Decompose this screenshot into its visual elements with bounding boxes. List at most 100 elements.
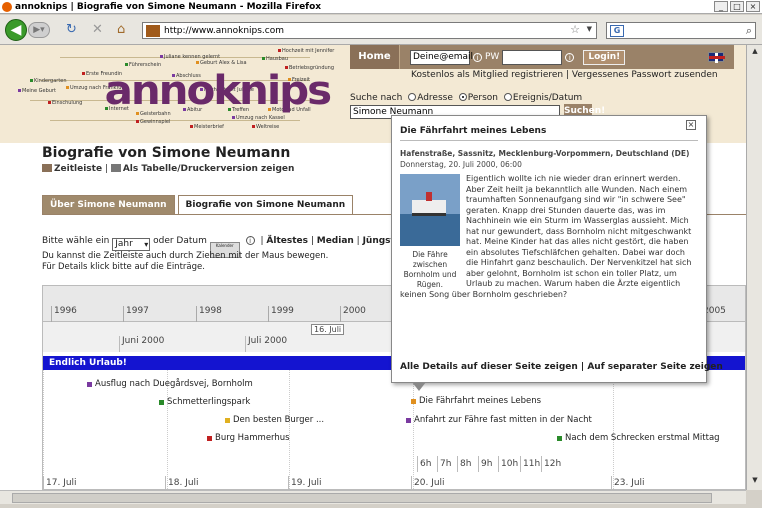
timeline-link[interactable]: Zeitleiste [54, 164, 102, 174]
timeline-event[interactable]: Anfahrt zur Fähre fast mitten in der Nac… [406, 415, 592, 425]
info-icon[interactable]: i [473, 52, 482, 62]
tag-item[interactable]: Umzug nach Kassel [232, 115, 285, 121]
close-window-icon[interactable]: × [746, 1, 760, 12]
firefox-icon [2, 1, 12, 12]
radio-person[interactable] [458, 93, 467, 101]
month-tick: Juni 2000 [119, 336, 164, 352]
printer-icon [110, 164, 121, 172]
timeline-event[interactable]: Die Fährfahrt meines Lebens [411, 396, 541, 406]
scroll-down-icon[interactable]: ▼ [749, 476, 761, 488]
hour-tick: 7h [437, 456, 451, 472]
minimize-icon[interactable]: _ [714, 1, 728, 12]
ferry-photo[interactable] [400, 174, 460, 246]
tag-item[interactable]: Weltreise [252, 124, 279, 130]
day-band[interactable]: 6h 7h 8h 9h 10h 11h 12h 17. Juli 18. Jul… [43, 456, 745, 489]
site-logo[interactable]: annoknips [104, 68, 332, 114]
home-button[interactable]: Home [350, 45, 400, 69]
choose-label: Bitte wähle ein [42, 236, 110, 246]
separate-page-link[interactable]: Auf separater Seite zeigen [587, 362, 722, 372]
timeline-event[interactable]: Burg Hammerhus [207, 433, 290, 443]
scroll-thumb[interactable] [12, 493, 712, 503]
tag-item[interactable]: Gewinnspiel [136, 119, 170, 125]
radio-address[interactable] [408, 93, 417, 101]
hour-tick: 11h [520, 456, 540, 472]
tag-item[interactable]: Meisterbrief [190, 124, 224, 130]
median-link[interactable]: Median [317, 236, 354, 246]
period-select[interactable]: Jahr [112, 238, 151, 251]
help-text: Du kannst die Zeitleiste auch durch Zieh… [42, 251, 328, 273]
timeline-event[interactable]: Ausflug nach Duegårdsvej, Bornholm [87, 379, 253, 389]
oldest-link[interactable]: Ältestes [266, 236, 308, 246]
popup-date: Donnerstag, 20. Juli 2000, 06:00 [400, 160, 522, 169]
day-tick: 23. Juli [611, 476, 645, 489]
bookmark-star-icon[interactable]: ☆ [570, 23, 580, 36]
scroll-up-icon[interactable]: ▲ [749, 47, 761, 59]
password-field[interactable] [502, 49, 563, 65]
forgot-password-link[interactable]: Vergessenes Passwort zusenden [572, 70, 718, 80]
details-link[interactable]: Alle Details auf dieser Seite zeigen [400, 362, 578, 372]
month-tick: Juli 2000 [245, 336, 287, 352]
uk-flag-icon[interactable] [708, 52, 725, 63]
tag-item[interactable]: Hochzeit mit Jennifer [278, 48, 334, 54]
radio-address-label: Adresse [417, 93, 453, 103]
info-icon[interactable]: i [245, 236, 255, 245]
reload-icon[interactable]: ↻ [66, 23, 77, 37]
site-favicon-icon [146, 24, 160, 37]
window-titlebar: annoknips | Biografie von Simone Neumann… [0, 0, 762, 14]
timeline-event[interactable]: Schmetterlingspark [159, 397, 250, 407]
register-link[interactable]: Kostenlos als Mitglied registrieren [411, 70, 563, 80]
search-engine-icon[interactable]: G [610, 25, 624, 37]
horizontal-scrollbar[interactable] [0, 490, 746, 504]
tag-item[interactable]: Kindergarten [30, 78, 67, 84]
tab-bar: Über Simone Neumann Biografie von Simone… [42, 195, 354, 214]
vertical-scrollbar[interactable]: ▲ ▼ [746, 45, 762, 490]
window-controls: _ □ × [714, 1, 760, 12]
hour-tick: 6h [417, 456, 431, 472]
popup-title: Die Fährfahrt meines Lebens [400, 126, 547, 136]
page-title: Biografie von Simone Neumann [42, 145, 291, 161]
calendar-label: Kalender [215, 243, 234, 248]
search-prefix-label: Suche nach [350, 93, 403, 103]
navigation-toolbar: ◀ ▶▾ ↻ ✕ ⌂ http://www.annoknips.com ☆ ▼ … [0, 15, 762, 45]
back-button[interactable]: ◀ [5, 19, 27, 41]
year-tick: 1998 [196, 306, 222, 322]
date-label: oder Datum [153, 236, 207, 246]
radio-event[interactable] [503, 93, 512, 101]
table-print-link[interactable]: Als Tabelle/Druckerversion zeigen [123, 164, 295, 174]
timeline-event[interactable]: Nach dem Schrecken erstmal Mittag [557, 433, 720, 443]
tag-item[interactable]: Einschulung [48, 100, 82, 106]
year-tick: 1999 [268, 306, 294, 322]
tag-item[interactable]: Hausbau [262, 56, 288, 62]
hour-tick: 12h [541, 456, 561, 472]
maximize-icon[interactable]: □ [730, 1, 744, 12]
tab-about[interactable]: Über Simone Neumann [42, 195, 175, 214]
date-marker: 16. Juli [311, 324, 345, 335]
day-tick: 19. Juli [288, 476, 322, 489]
chevron-down-icon[interactable]: ▼ [587, 25, 592, 33]
login-button[interactable]: Login! [583, 49, 626, 65]
email-field[interactable]: Deine@email [410, 49, 473, 65]
logo-text: annoknips [104, 68, 332, 114]
popup-location: Hafenstraße, Sassnitz, Mecklenburg-Vorpo… [400, 149, 690, 158]
stop-icon[interactable]: ✕ [92, 23, 103, 37]
day-tick: 20. Juli [411, 476, 445, 489]
radio-person-label: Person [467, 93, 499, 103]
tab-biography[interactable]: Biografie von Simone Neumann [177, 195, 354, 214]
day-tick: 18. Juli [165, 476, 199, 489]
hour-tick: 8h [457, 456, 471, 472]
close-icon[interactable]: × [686, 120, 696, 130]
browser-search-field[interactable]: G ⌕ [606, 22, 756, 39]
home-icon[interactable]: ⌂ [117, 23, 125, 37]
tag-item[interactable]: Meine Geburt [18, 88, 56, 94]
forward-button[interactable]: ▶▾ [28, 22, 50, 38]
account-links: Kostenlos als Mitglied registrieren | Ve… [411, 70, 718, 80]
tag-item[interactable]: Geburt Alex & Lisa [196, 60, 247, 66]
timeline-icon [42, 164, 52, 172]
event-popup: × Die Fährfahrt meines Lebens Hafenstraß… [391, 115, 723, 391]
help-line-click: Für Details klick bitte auf die Einträge… [42, 262, 205, 272]
search-icon[interactable]: ⌕ [746, 24, 752, 38]
photo-caption: Die Fähre zwischen Bornholm und Rügen. [403, 250, 457, 289]
info-icon[interactable]: i [565, 52, 575, 62]
timeline-event[interactable]: Den besten Burger ... [225, 415, 324, 425]
address-bar[interactable]: http://www.annoknips.com ☆ ▼ [142, 22, 597, 39]
